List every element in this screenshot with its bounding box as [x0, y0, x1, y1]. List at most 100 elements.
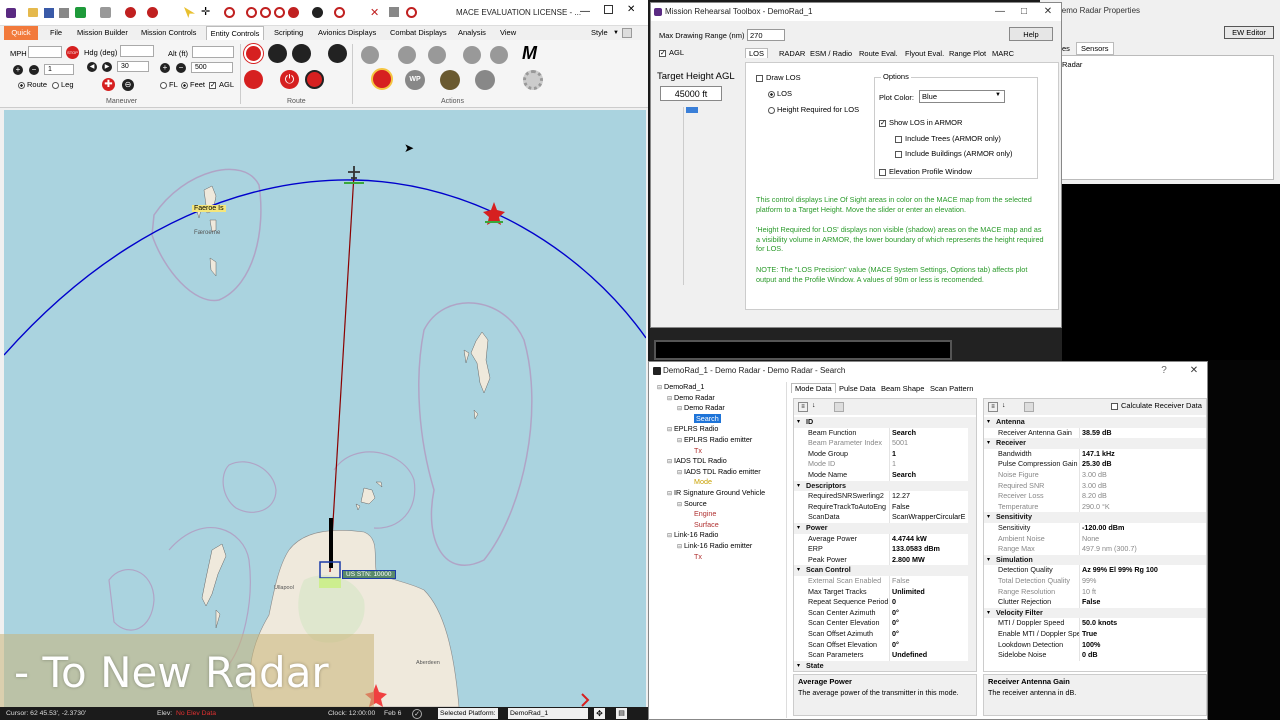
toolbox-close-button[interactable]: ✕ — [1035, 3, 1061, 21]
property-value[interactable]: False — [892, 576, 966, 587]
property-category[interactable]: Scan Control ▾ — [794, 565, 968, 576]
tree-expander-icon[interactable]: ⊟ — [677, 404, 684, 415]
app-icon[interactable] — [6, 8, 16, 18]
property-pages-icon[interactable] — [834, 402, 844, 412]
print-icon[interactable] — [59, 8, 69, 18]
property-value[interactable]: 3.00 dB — [1082, 470, 1204, 481]
property-row[interactable]: ScanData ScanWrapperCircularE — [794, 512, 968, 523]
tab-avionics-displays[interactable]: Avionics Displays — [318, 26, 376, 40]
property-value[interactable]: 0° — [892, 640, 966, 651]
property-value[interactable]: 133.0583 dBm — [892, 544, 966, 555]
tab-combat-displays[interactable]: Combat Displays — [390, 26, 447, 40]
tree-node[interactable]: Mode — [653, 477, 786, 488]
ring-tool-6-icon[interactable] — [334, 7, 345, 18]
action-m2m-icon[interactable] — [475, 70, 495, 90]
property-row[interactable]: Bandwidth 147.1 kHz — [984, 448, 1206, 460]
sensors-tab[interactable]: Sensors — [1076, 42, 1114, 55]
tab-mode-data[interactable]: Mode Data — [791, 383, 836, 393]
property-row[interactable]: Temperature 290.0 °K — [984, 501, 1206, 513]
property-category[interactable]: Receiver ▾ — [984, 438, 1206, 449]
property-row[interactable]: Mode Group 1 — [794, 448, 968, 460]
clock-check-icon[interactable]: ✓ — [412, 709, 422, 719]
tab-route-eval[interactable]: Route Eval. — [859, 49, 898, 58]
show-los-armor-checkbox[interactable]: ✓ Show LOS in ARMOR — [879, 118, 962, 127]
property-category[interactable]: Antenna ▾ — [984, 417, 1206, 428]
route-tool-2-icon[interactable] — [268, 44, 287, 63]
route-record-icon[interactable] — [305, 70, 324, 89]
x-tool-icon[interactable]: ✕ — [370, 6, 379, 19]
route-radio[interactable]: Route — [18, 80, 47, 89]
property-row[interactable]: Sensitivity -120.00 dBm — [984, 523, 1206, 534]
property-value[interactable]: 0 dB — [1082, 650, 1204, 661]
left-grid-scrollbar[interactable] — [968, 417, 976, 671]
tab-mission-builder[interactable]: Mission Builder — [77, 26, 128, 40]
property-value[interactable]: 0° — [892, 629, 966, 640]
tree-expander-icon[interactable]: ⊟ — [677, 468, 684, 479]
toolbox-maximize-button[interactable]: □ — [1011, 3, 1037, 21]
property-category[interactable]: Sensitivity ▾ — [984, 512, 1206, 523]
collapse-icon[interactable]: ▾ — [797, 417, 800, 428]
property-value[interactable]: Az 99% El 99% Rg 100 — [1082, 565, 1204, 576]
open-icon[interactable] — [28, 8, 38, 17]
property-value[interactable]: 3.00 dB — [1082, 481, 1204, 492]
agl-toolbox-checkbox[interactable]: ✓ AGL — [659, 48, 684, 57]
property-category[interactable]: ID ▾ — [794, 417, 968, 428]
height-required-radio-dot[interactable] — [768, 106, 775, 114]
ew-editor-button[interactable]: EW Editor — [1224, 26, 1274, 39]
tree-node[interactable]: Search — [653, 413, 786, 425]
property-row[interactable]: Max Target Tracks Unlimited — [794, 586, 968, 598]
collapse-icon[interactable]: ▾ — [987, 438, 990, 449]
property-row[interactable]: Ambient Noise None — [984, 533, 1206, 545]
height-slider-thumb[interactable] — [686, 107, 698, 113]
close-button[interactable]: ✕ — [627, 4, 635, 15]
property-value[interactable]: 50.0 knots — [1082, 618, 1204, 629]
property-row[interactable]: Scan Parameters Undefined — [794, 650, 968, 661]
elevation-profile-checkbox[interactable]: Elevation Profile Window — [879, 167, 972, 176]
ring-tool-4-icon[interactable] — [274, 7, 285, 18]
collapse-icon[interactable]: ▾ — [987, 608, 990, 619]
tree-expander-icon[interactable]: ⊟ — [677, 542, 684, 553]
sensors-list-item-radar[interactable]: Radar — [1062, 60, 1082, 69]
ring-tool-7-icon[interactable] — [406, 7, 417, 18]
los-radio-dot[interactable] — [768, 90, 775, 98]
sort-az-icon[interactable]: ↓ — [812, 402, 816, 409]
property-value[interactable]: 99% — [1082, 576, 1204, 587]
property-value[interactable]: 290.0 °K — [1082, 502, 1204, 513]
tab-scripting[interactable]: Scripting — [274, 26, 303, 40]
move-icon[interactable]: ✥ — [594, 708, 605, 719]
remove-waypoint-icon[interactable]: ⊖ — [122, 79, 134, 91]
stop-icon[interactable]: STOP — [66, 46, 79, 59]
tree-expander-icon[interactable]: ⊟ — [667, 457, 674, 468]
property-value[interactable]: 5001 — [892, 438, 966, 449]
property-row[interactable]: Clutter Rejection False — [984, 597, 1206, 608]
pointer-icon[interactable] — [184, 7, 195, 18]
tab-mission-controls[interactable]: Mission Controls — [141, 26, 196, 40]
property-row[interactable]: RequireTrackToAutoEng False — [794, 501, 968, 513]
ring-tool-3-icon[interactable] — [260, 7, 271, 18]
elevation-profile-checkbox-box[interactable] — [879, 168, 886, 176]
property-value[interactable]: Unlimited — [892, 587, 966, 598]
route-power-icon[interactable]: ⏻ — [280, 70, 299, 89]
property-value[interactable]: 1 — [892, 459, 966, 470]
square-tool-icon[interactable] — [389, 7, 399, 17]
action-emitter-icon[interactable] — [440, 70, 460, 90]
height-required-radio[interactable]: Height Required for LOS — [768, 105, 859, 114]
include-trees-checkbox-box[interactable] — [895, 135, 902, 143]
show-los-armor-checkbox-box[interactable]: ✓ — [879, 119, 886, 127]
ring-tool-1-icon[interactable] — [224, 7, 235, 18]
property-row[interactable]: Receiver Antenna Gain 38.59 dB — [984, 427, 1206, 439]
property-category[interactable]: State ▾ — [794, 660, 968, 671]
target-height-input[interactable]: 45000 ft — [660, 86, 722, 101]
draw-los-checkbox[interactable]: Draw LOS — [756, 73, 801, 82]
property-category[interactable]: Power ▾ — [794, 523, 968, 534]
property-row[interactable]: Scan Center Azimuth 0° — [794, 607, 968, 619]
include-trees-checkbox[interactable]: Include Trees (ARMOR only) — [895, 134, 1001, 143]
collapse-icon[interactable]: ▾ — [987, 512, 990, 523]
action-stop-hand-icon[interactable] — [371, 68, 393, 90]
style-dropdown[interactable]: Style — [591, 26, 608, 40]
tree-expander-icon[interactable]: ⊟ — [677, 500, 684, 511]
property-row[interactable]: Repeat Sequence Period 0 — [794, 597, 968, 608]
property-value[interactable]: False — [892, 502, 966, 513]
tree-expander-icon[interactable]: ⊟ — [667, 489, 674, 500]
action-3-icon[interactable] — [428, 46, 446, 64]
